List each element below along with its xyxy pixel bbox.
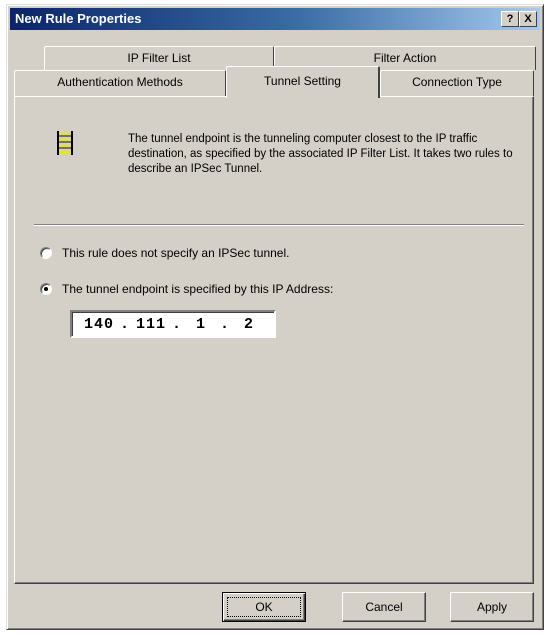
radio-no-tunnel-circle[interactable] [40,247,52,259]
radio-no-tunnel[interactable]: This rule does not specify an IPSec tunn… [40,244,289,262]
window-title: New Rule Properties [15,11,142,26]
radio-no-tunnel-label[interactable]: This rule does not specify an IPSec tunn… [62,246,289,260]
ip-dot: . [119,315,130,333]
tab-tunnel-setting[interactable]: Tunnel Setting [226,66,380,98]
close-button[interactable]: X [519,11,537,27]
cancel-button[interactable]: Cancel [342,592,426,622]
ip-octet-4[interactable]: 2 [232,316,266,333]
ip-dot: . [171,315,182,333]
radio-tunnel-ip-circle[interactable] [40,283,52,295]
ip-address-field[interactable]: 140 . 111 . 1 . 2 [70,310,276,338]
ip-octet-3[interactable]: 1 [184,316,218,333]
radio-tunnel-ip[interactable]: The tunnel endpoint is specified by this… [40,280,333,298]
ok-button[interactable]: OK [222,592,306,622]
tab-authentication-methods[interactable]: Authentication Methods [14,70,226,96]
ip-octet-1[interactable]: 140 [80,316,118,333]
help-button[interactable]: ? [501,11,519,27]
title-bar[interactable]: New Rule Properties ? X [10,8,540,30]
ip-octet-2[interactable]: 111 [132,316,170,333]
apply-button[interactable]: Apply [450,592,534,622]
ip-dot: . [219,315,230,333]
tab-connection-type[interactable]: Connection Type [380,70,534,96]
tunnel-endpoint-icon [55,130,75,156]
radio-tunnel-ip-label[interactable]: The tunnel endpoint is specified by this… [62,282,333,296]
tunnel-description: The tunnel endpoint is the tunneling com… [128,133,513,175]
separator [34,224,524,226]
